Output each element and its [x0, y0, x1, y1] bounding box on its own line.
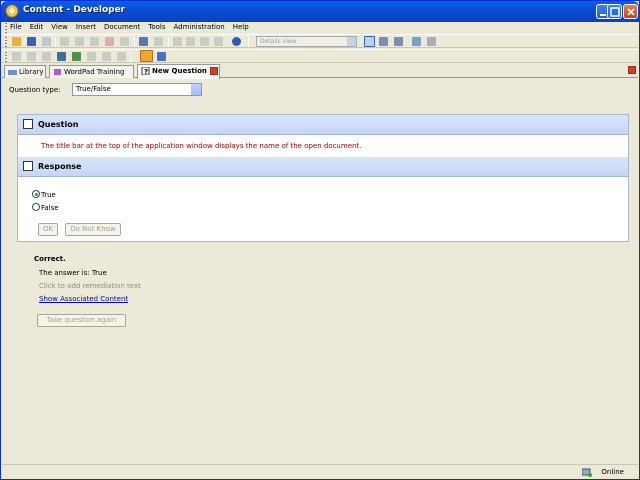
edit-pencil-icon[interactable] — [140, 50, 153, 62]
tab-library[interactable]: Library — [4, 65, 46, 78]
question-header: Question — [18, 115, 628, 135]
question-type-value: True/False — [76, 85, 111, 93]
chevron-down-icon — [190, 84, 201, 95]
question-icon: ? — [141, 67, 150, 75]
status-bar: Online — [2, 464, 638, 479]
question-mark-icon — [23, 119, 33, 129]
toolbar2-grip[interactable] — [5, 52, 7, 62]
question-editor: Question type: True/False Question The t… — [6, 81, 636, 461]
question-panel: Question The title bar at the top of the… — [17, 114, 629, 242]
attach-icon[interactable] — [117, 52, 126, 61]
app-window: Content - Developer File Edit View Insert Do… — [0, 0, 640, 480]
question-heading: Question — [38, 120, 79, 129]
menu-tools[interactable]: Tools — [148, 23, 165, 31]
remediation-placeholder[interactable]: Click to add remediation text — [39, 282, 141, 290]
menu-bar: File Edit View Insert Document Tools Administr… — [2, 22, 638, 34]
tab-new-question-label: New Question — [152, 67, 207, 75]
save-icon[interactable] — [27, 37, 36, 46]
open-icon[interactable] — [12, 37, 21, 46]
question-type-select[interactable]: True/False — [72, 83, 202, 96]
layout-single-icon[interactable] — [364, 36, 375, 47]
properties-icon[interactable] — [120, 37, 129, 46]
show-associated-content-link[interactable]: Show Associated Content — [39, 295, 128, 303]
response-heading: Response — [38, 162, 82, 171]
paste-icon[interactable] — [90, 37, 99, 46]
copy-icon[interactable] — [75, 37, 84, 46]
view-select-value: Details view — [260, 38, 297, 45]
maximize-button[interactable] — [607, 4, 622, 19]
window-title: Content - Developer — [23, 5, 126, 15]
take-question-again-button[interactable]: Take question again — [37, 314, 126, 327]
cut-icon[interactable] — [60, 37, 69, 46]
preview-icon[interactable] — [72, 52, 81, 61]
undo-icon[interactable] — [139, 37, 148, 46]
editing-toolbar — [2, 49, 638, 63]
menu-document[interactable]: Document — [104, 23, 140, 31]
insert-frame-icon[interactable] — [12, 52, 21, 61]
preferences-icon[interactable] — [427, 37, 436, 46]
help-icon[interactable] — [232, 37, 241, 46]
insert-section-icon[interactable] — [27, 52, 36, 61]
publish-icon[interactable] — [42, 37, 51, 46]
menu-help[interactable]: Help — [233, 23, 249, 31]
tab-wordpad-training[interactable]: WordPad Training — [49, 65, 134, 78]
outdent-icon[interactable] — [186, 37, 195, 46]
menu-grip[interactable] — [5, 23, 7, 33]
module-icon — [54, 69, 61, 75]
record-icon[interactable] — [57, 52, 66, 61]
response-header: Response — [18, 157, 628, 177]
svg-text:?: ? — [144, 68, 148, 75]
document-tabs: Library WordPad Training ? New Question — [2, 64, 638, 79]
close-tab-icon[interactable] — [210, 67, 218, 75]
close-document-icon[interactable] — [628, 66, 636, 74]
indent-icon[interactable] — [173, 37, 182, 46]
title-bar[interactable]: Content - Developer — [1, 1, 639, 22]
view-select[interactable]: Details view — [256, 36, 357, 47]
feedback-status: Correct. — [34, 255, 66, 263]
tab-wordpad-label: WordPad Training — [64, 68, 125, 76]
response-icon — [23, 161, 33, 171]
menu-insert[interactable]: Insert — [76, 23, 96, 31]
window-icon[interactable] — [412, 37, 421, 46]
status-text: Online — [601, 468, 624, 476]
toolbar-grip[interactable] — [5, 37, 7, 47]
question-type-label: Question type: — [9, 86, 61, 94]
online-icon — [582, 468, 592, 477]
tab-library-label: Library — [19, 68, 44, 76]
redo-icon[interactable] — [154, 37, 163, 46]
library-icon — [8, 70, 17, 75]
insert-topic-icon[interactable] — [42, 52, 51, 61]
menu-administration[interactable]: Administration — [174, 23, 225, 31]
layout-horizontal-icon[interactable] — [379, 37, 388, 46]
app-icon — [5, 4, 19, 18]
chevron-down-icon — [347, 37, 356, 46]
close-button[interactable] — [623, 4, 638, 19]
assessment-icon[interactable] — [157, 52, 166, 61]
delete-icon[interactable] — [105, 37, 114, 46]
standard-toolbar: Details view — [2, 34, 638, 48]
do-not-know-button[interactable]: Do Not Know — [65, 223, 121, 236]
unlink-icon[interactable] — [102, 52, 111, 61]
layout-vertical-icon[interactable] — [394, 37, 403, 46]
menu-file[interactable]: File — [10, 23, 22, 31]
menu-edit[interactable]: Edit — [30, 23, 44, 31]
menu-view[interactable]: View — [51, 23, 68, 31]
ok-button[interactable]: OK — [38, 223, 58, 236]
question-text[interactable]: The title bar at the top of the applicat… — [41, 142, 361, 150]
option-false[interactable]: False — [32, 203, 59, 212]
move-up-icon[interactable] — [200, 37, 209, 46]
feedback-answer: The answer is: True — [39, 269, 107, 277]
radio-icon[interactable] — [32, 203, 40, 211]
radio-selected-icon[interactable] — [32, 190, 40, 198]
move-down-icon[interactable] — [214, 37, 223, 46]
link-icon[interactable] — [87, 52, 96, 61]
tab-new-question[interactable]: ? New Question — [137, 64, 220, 79]
option-true[interactable]: True — [32, 190, 56, 199]
